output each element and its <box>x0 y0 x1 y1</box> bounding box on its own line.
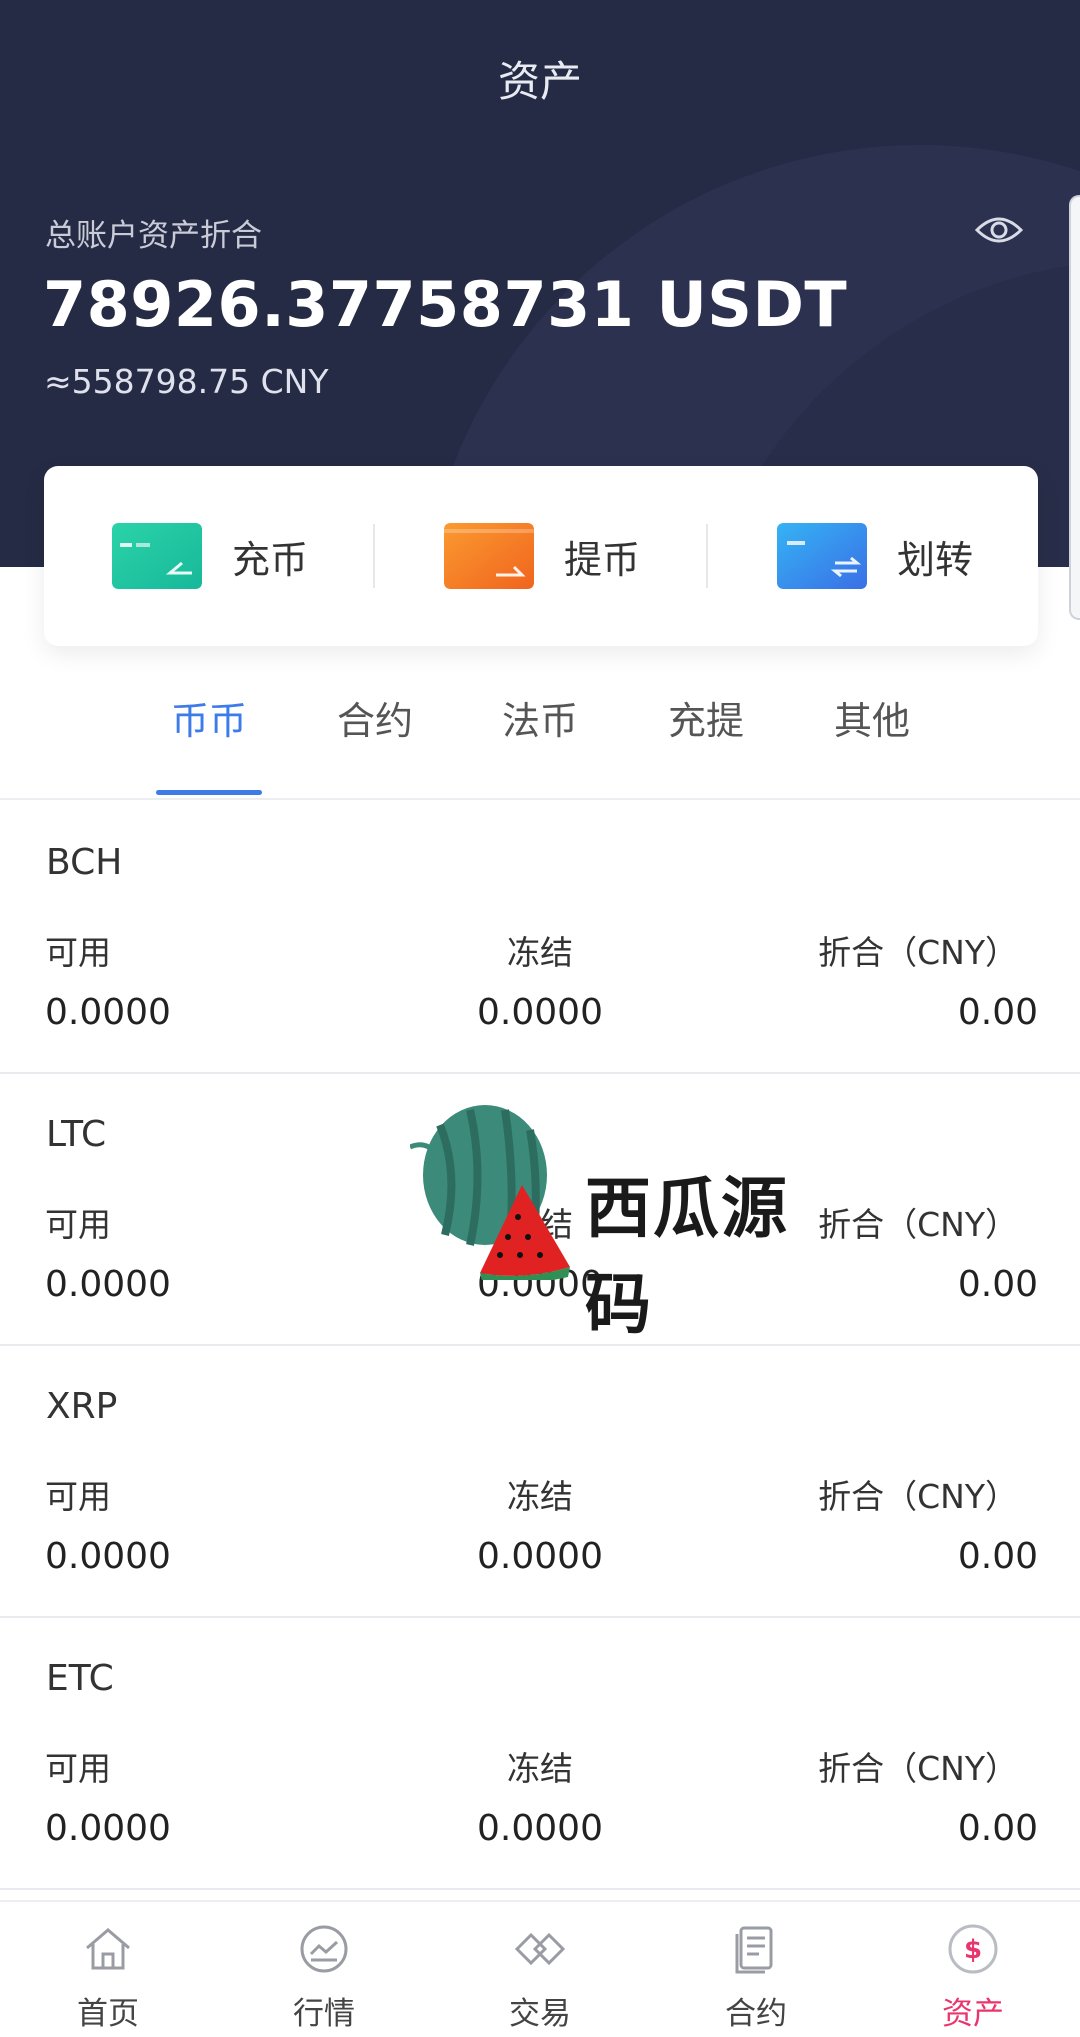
withdraw-wallet-icon <box>444 523 534 589</box>
cny-label: 折合（CNY） <box>818 1749 1018 1788</box>
cny-label: 折合（CNY） <box>818 933 1018 972</box>
list-item[interactable]: XRP 可用 冻结 折合（CNY） 0.0000 0.0000 0.00 <box>0 1346 1080 1618</box>
action-divider <box>373 524 375 588</box>
nav-contract-label: 合约 <box>725 1996 787 2032</box>
home-icon <box>86 1928 130 1970</box>
cny-value: 0.00 <box>957 992 1038 1033</box>
deposit-label: 充币 <box>232 537 309 582</box>
cny-value: 0.00 <box>957 1536 1038 1577</box>
nav-market-label: 行情 <box>293 1996 355 2032</box>
coin-symbol: BCH <box>46 842 123 883</box>
nav-trade[interactable]: 交易 <box>470 1922 610 2033</box>
frozen-value: 0.0000 <box>477 992 603 1033</box>
frozen-value: 0.0000 <box>477 1808 603 1849</box>
page-title: 资产 <box>497 57 582 106</box>
cny-value: 0.00 <box>957 1808 1038 1849</box>
transfer-button[interactable]: 划转 <box>777 466 973 646</box>
list-item[interactable]: ETC 可用 冻结 折合（CNY） 0.0000 0.0000 0.00 <box>0 1618 1080 1890</box>
nav-assets[interactable]: $ 资产 <box>903 1922 1043 2033</box>
cny-label: 折合（CNY） <box>818 1477 1018 1516</box>
total-assets-amount: 78926.37758731 USDT <box>43 268 848 341</box>
transfer-label: 划转 <box>897 537 974 582</box>
action-divider <box>706 524 708 588</box>
cny-value: 0.00 <box>957 1264 1038 1305</box>
watermark: 西瓜源码 <box>410 1105 850 1343</box>
tab-spot[interactable]: 币币 <box>149 690 269 745</box>
nav-home[interactable]: 首页 <box>38 1922 178 2033</box>
deposit-button[interactable]: 充币 <box>112 466 308 646</box>
market-chart-icon <box>300 1925 348 1973</box>
eye-icon[interactable] <box>974 210 1024 250</box>
bottom-navigation: 首页 行情 交易 合约 $ 资产 <box>0 1900 1080 2037</box>
nav-assets-label: 资产 <box>942 1996 1004 2032</box>
tab-contract[interactable]: 合约 <box>315 690 435 745</box>
tab-other[interactable]: 其他 <box>812 690 932 745</box>
side-drawer-handle[interactable] <box>1069 195 1080 620</box>
watermark-text: 西瓜源码 <box>585 1170 789 1343</box>
tab-deposit-withdraw[interactable]: 充提 <box>646 690 766 745</box>
assets-dollar-icon: $ <box>948 1924 998 1974</box>
tab-fiat[interactable]: 法币 <box>480 690 600 745</box>
total-assets-cny: ≈558798.75 CNY <box>44 362 329 401</box>
watermelon-logo-icon <box>410 1105 570 1280</box>
total-assets-label: 总账户资产折合 <box>45 218 262 254</box>
withdraw-label: 提币 <box>564 537 641 582</box>
contract-document-icon <box>735 1926 773 1974</box>
coin-symbol: LTC <box>46 1114 107 1155</box>
asset-type-tabs: 币币 合约 法币 充提 其他 <box>0 690 1080 800</box>
nav-contract[interactable]: 合约 <box>686 1922 826 2033</box>
svg-text:$: $ <box>964 1935 982 1965</box>
withdraw-button[interactable]: 提币 <box>444 466 640 646</box>
coin-symbol: ETC <box>46 1658 114 1699</box>
coin-symbol: XRP <box>46 1386 118 1427</box>
trade-diamond-icon <box>514 1932 566 1966</box>
nav-trade-label: 交易 <box>509 1996 571 2032</box>
nav-home-label: 首页 <box>77 1996 139 2032</box>
coin-list: BCH 可用 冻结 折合（CNY） 0.0000 0.0000 0.00 LTC… <box>0 802 1080 1890</box>
quick-actions-card: 充币 提币 划转 <box>44 466 1038 646</box>
nav-market[interactable]: 行情 <box>254 1922 394 2033</box>
list-item[interactable]: BCH 可用 冻结 折合（CNY） 0.0000 0.0000 0.00 <box>0 802 1080 1074</box>
transfer-card-icon <box>777 523 867 589</box>
deposit-card-icon <box>112 523 202 589</box>
active-tab-indicator <box>156 790 262 795</box>
frozen-value: 0.0000 <box>477 1536 603 1577</box>
